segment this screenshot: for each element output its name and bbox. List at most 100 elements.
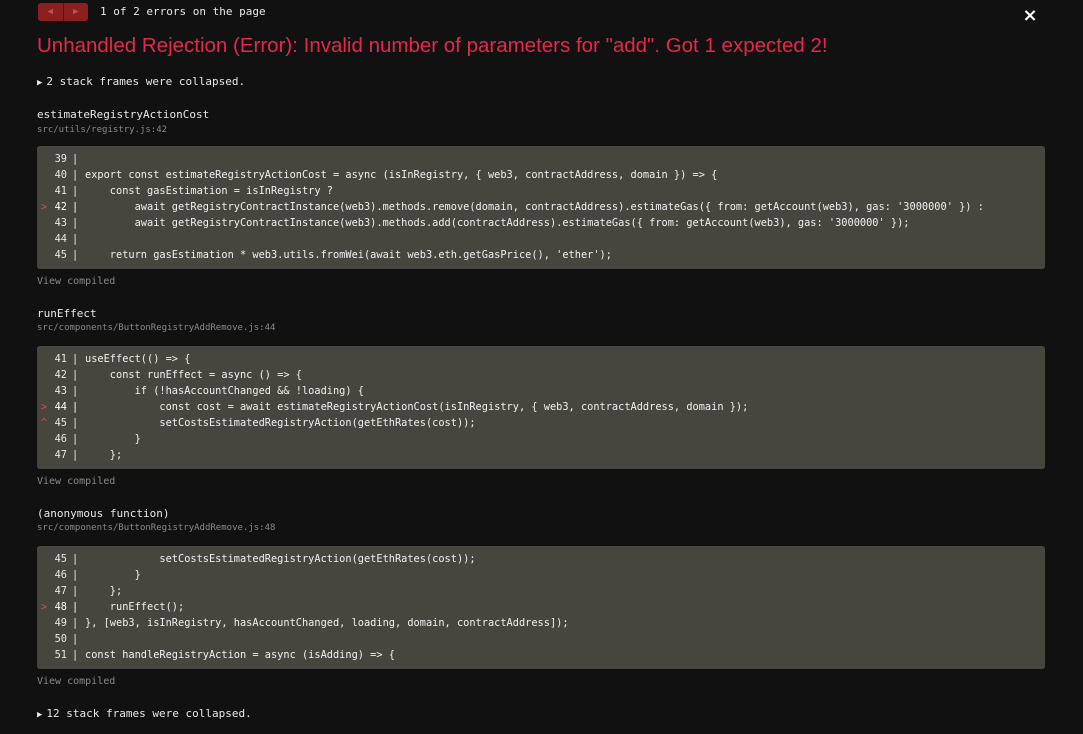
- view-compiled-link[interactable]: View compiled: [37, 276, 115, 287]
- line-code: };: [85, 585, 123, 597]
- view-compiled-link[interactable]: View compiled: [37, 476, 115, 487]
- collapsed-frames-toggle-bottom[interactable]: ▶ 12 stack frames were collapsed.: [37, 707, 252, 720]
- line-number: 40: [54, 169, 67, 181]
- previous-error-button[interactable]: ◀: [38, 3, 64, 21]
- line-number: 41: [54, 353, 67, 365]
- line-separator: |: [72, 249, 79, 261]
- line-number: 48: [54, 601, 67, 613]
- error-title: Unhandled Rejection (Error): Invalid num…: [37, 34, 828, 57]
- line-number: 46: [54, 433, 67, 445]
- stack-frame-file[interactable]: src/utils/registry.js:42: [37, 125, 167, 135]
- line-separator: |: [72, 169, 79, 181]
- next-error-button[interactable]: ▶: [63, 3, 88, 21]
- line-code: const handleRegistryAction = async (isAd…: [85, 649, 395, 661]
- line-code: return gasEstimation * web3.utils.fromWe…: [85, 249, 612, 261]
- line-number: 49: [54, 617, 67, 629]
- expand-triangle-icon: ▶: [37, 710, 43, 720]
- code-snippet: 45 | setCostsEstimatedRegistryAction(getE…: [37, 546, 1045, 669]
- line-separator: |: [72, 385, 79, 397]
- line-number: 44: [54, 401, 67, 413]
- line-code: setCostsEstimatedRegistryAction(getEthRa…: [85, 417, 476, 429]
- stack-frame-function: (anonymous function): [37, 507, 170, 520]
- line-number: 39: [54, 153, 67, 165]
- line-number: 45: [54, 553, 67, 565]
- line-separator: |: [72, 449, 79, 461]
- view-compiled-link[interactable]: View compiled: [37, 676, 115, 687]
- line-number: 42: [54, 201, 67, 213]
- line-code: const runEffect = async () => {: [85, 369, 302, 381]
- code-line: 40 | export const estimateRegistryActionCo…: [37, 167, 1045, 183]
- line-code: const cost = await estimateRegistryActio…: [85, 401, 749, 413]
- code-line: >48 | runEffect();: [37, 599, 1045, 615]
- code-line: 46 | }: [37, 567, 1045, 583]
- line-separator: |: [72, 233, 79, 245]
- code-snippet: 39 | 40 | export const estimateRegistryActio…: [37, 146, 1045, 269]
- error-count: 1 of 2 errors on the page: [100, 5, 266, 18]
- line-number: 51: [54, 649, 67, 661]
- code-line: 46 | }: [37, 431, 1045, 447]
- line-code: }: [85, 569, 141, 581]
- close-icon[interactable]: ×: [1021, 7, 1039, 25]
- line-code: setCostsEstimatedRegistryAction(getEthRa…: [85, 553, 476, 565]
- line-code: }: [85, 433, 141, 445]
- expand-triangle-icon: ▶: [37, 78, 43, 88]
- code-line: 47 | };: [37, 447, 1045, 463]
- line-number: 50: [54, 633, 67, 645]
- code-line: 43 | if (!hasAccountChanged && !loading) …: [37, 383, 1045, 399]
- error-header: ◀ ▶ 1 of 2 errors on the page ×: [0, 0, 1083, 26]
- code-line: 41 | const gasEstimation = isInRegistry ?: [37, 183, 1045, 199]
- line-number: 45: [54, 417, 67, 429]
- line-separator: |: [72, 201, 79, 213]
- code-line: 42 | const runEffect = async () => {: [37, 367, 1045, 383]
- code-line: 49 | }, [web3, isInRegistry, hasAccountCha…: [37, 615, 1045, 631]
- stack-frame-file[interactable]: src/components/ButtonRegistryAddRemove.j…: [37, 523, 275, 533]
- line-code: };: [85, 449, 123, 461]
- stack-frame-file[interactable]: src/components/ButtonRegistryAddRemove.j…: [37, 323, 275, 333]
- code-line: 45 | setCostsEstimatedRegistryAction(getE…: [37, 551, 1045, 567]
- line-number: 42: [54, 369, 67, 381]
- code-line: >42 | await getRegistryContractInstance(w…: [37, 199, 1045, 215]
- collapsed-frames-label: 2 stack frames were collapsed.: [46, 75, 246, 88]
- line-number: 43: [54, 385, 67, 397]
- line-code: useEffect(() => {: [85, 353, 191, 365]
- line-number: 45: [54, 249, 67, 261]
- line-code: export const estimateRegistryActionCost …: [85, 169, 718, 181]
- line-separator: |: [72, 601, 79, 613]
- code-line: 47 | };: [37, 583, 1045, 599]
- line-separator: |: [72, 417, 79, 429]
- line-number: 41: [54, 185, 67, 197]
- line-number: 44: [54, 233, 67, 245]
- error-navigation: ◀ ▶: [38, 3, 88, 21]
- code-line: >44 | const cost = await estimateRegistry…: [37, 399, 1045, 415]
- line-code: const gasEstimation = isInRegistry ?: [85, 185, 333, 197]
- line-separator: |: [72, 353, 79, 365]
- code-line: ^ 45 | setCostsEstimatedRegistryAction(get…: [37, 415, 1045, 431]
- line-separator: |: [72, 433, 79, 445]
- code-line: 41 | useEffect(() => {: [37, 351, 1045, 367]
- collapsed-frames-toggle-top[interactable]: ▶ 2 stack frames were collapsed.: [37, 75, 245, 88]
- code-line: 43 | await getRegistryContractInstance(we…: [37, 215, 1045, 231]
- line-separator: |: [72, 585, 79, 597]
- stack-frame-function: runEffect: [37, 307, 97, 320]
- code-line: 50 |: [37, 631, 1045, 647]
- line-separator: |: [72, 569, 79, 581]
- line-code: await getRegistryContractInstance(web3).…: [85, 201, 984, 213]
- line-separator: |: [72, 553, 79, 565]
- line-separator: |: [72, 633, 79, 645]
- line-code: runEffect();: [85, 601, 185, 613]
- code-line: 39 |: [37, 151, 1045, 167]
- line-number: 47: [54, 585, 67, 597]
- collapsed-frames-label: 12 stack frames were collapsed.: [46, 707, 252, 720]
- line-separator: |: [72, 185, 79, 197]
- line-code: if (!hasAccountChanged && !loading) {: [85, 385, 364, 397]
- line-separator: |: [72, 649, 79, 661]
- line-separator: |: [72, 153, 79, 165]
- line-code: await getRegistryContractInstance(web3).…: [85, 217, 910, 229]
- line-separator: |: [72, 369, 79, 381]
- line-separator: |: [72, 617, 79, 629]
- code-line: 51 | const handleRegistryAction = async (i…: [37, 647, 1045, 663]
- line-number: 43: [54, 217, 67, 229]
- code-line: 45 | return gasEstimation * web3.utils.fr…: [37, 247, 1045, 263]
- line-code: }, [web3, isInRegistry, hasAccountChange…: [85, 617, 569, 629]
- line-number: 47: [54, 449, 67, 461]
